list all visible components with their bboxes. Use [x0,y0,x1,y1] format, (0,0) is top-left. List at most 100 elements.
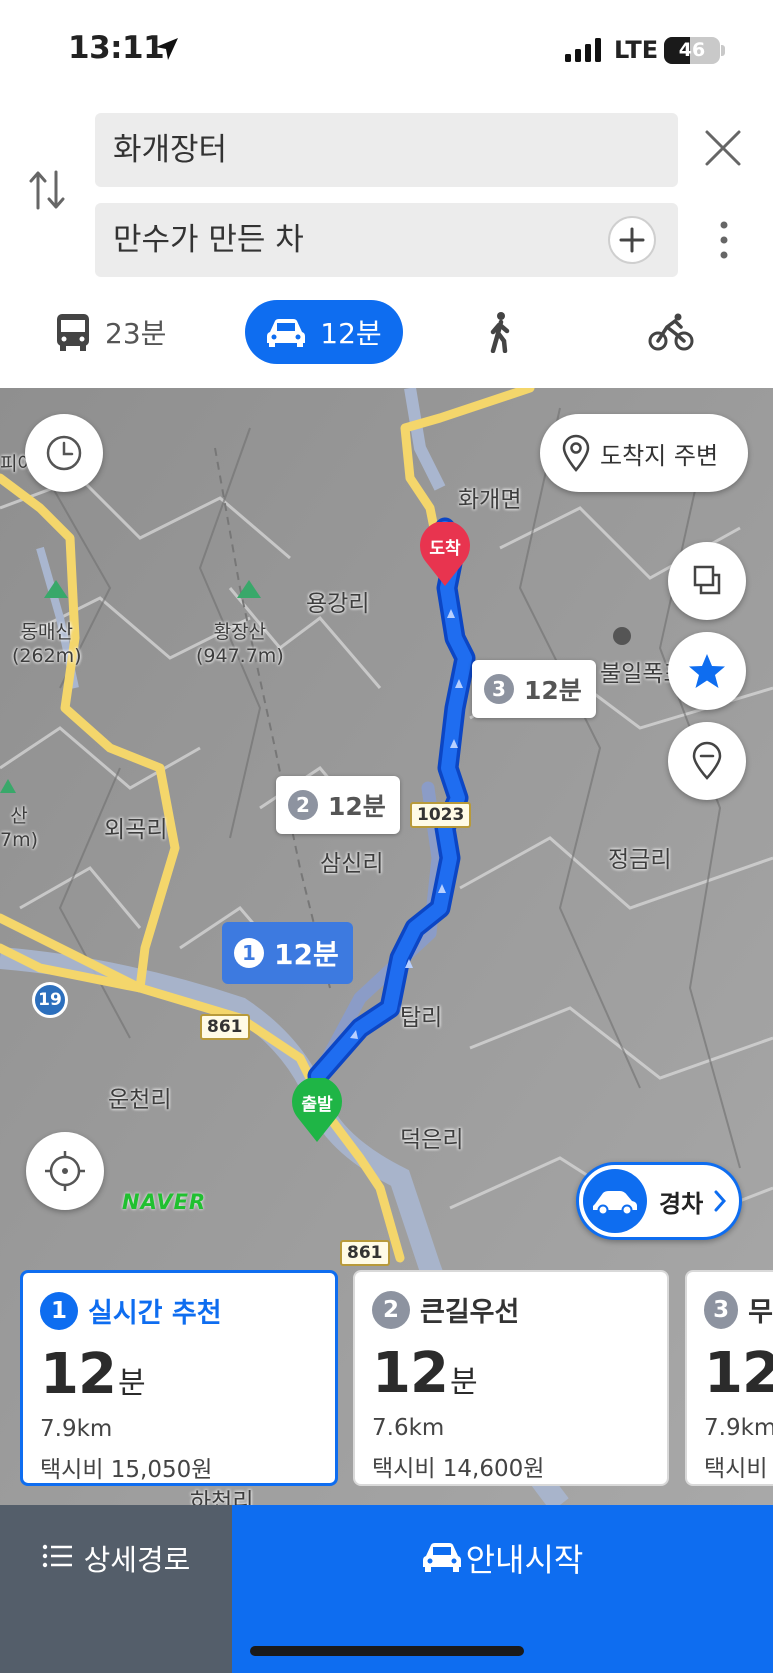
route-card-2-minutes: 12 [372,1341,449,1406]
favorite-button[interactable] [668,632,746,710]
mode-car-label: 12분 [320,317,382,350]
san-height: 7m) [0,829,39,851]
route-card-2-num: 2 [372,1290,410,1329]
map-label-samsin: 삼신리 [320,851,384,877]
route-card-1-unit: 분 [117,1366,146,1401]
naver-logo: NAVER [122,1190,207,1214]
destination-text: 만수가 만든 차 [113,222,304,258]
destination-field[interactable]: 만수가 만든 차 [95,203,678,277]
road-badge-1023: 1023 [410,802,472,828]
close-icon[interactable] [703,128,743,168]
layers-button[interactable] [668,542,746,620]
callout-1-label: 12분 [274,938,339,971]
origin-marker-label: 출발 [301,1095,333,1115]
route-callout-2[interactable]: 2 12분 [276,776,400,834]
route-card-3-title: 무 [748,1297,773,1328]
road-badge-19: 19 [32,982,68,1018]
route-card-2-title: 큰길우선 [420,1297,520,1328]
route-card-3-distance: 7.9km [704,1415,773,1441]
dongmae-height: (262m) [12,645,82,667]
hwangjang-height: (947.7m) [196,645,284,667]
battery-icon: 46 [664,37,720,64]
mode-bike[interactable] [648,300,694,364]
battery-tip [721,45,725,56]
dongmae-name: 동매산 [20,621,74,643]
route-details-button[interactable]: 상세경로 [0,1505,232,1673]
bike-icon [648,313,694,351]
compact-car-icon [593,1191,637,1216]
vehicle-icon-wrap [583,1169,647,1233]
status-bar: 13:11 LTE 46 [0,0,773,100]
walk-icon [490,312,510,353]
chevron-right-icon [714,1190,727,1212]
route-details-label: 상세경로 [83,1543,191,1577]
map-label-hwagae: 화개면 [458,487,522,513]
crosshair-icon [45,1151,85,1191]
clock: 13:11 [68,30,165,66]
add-waypoint-button[interactable] [608,216,656,264]
route-card-3[interactable]: 3 무 12 7.9km 택시비 [685,1270,773,1486]
nearby-destination-label: 도착지 주변 [600,441,719,470]
route-card-3-fare: 택시비 [704,1456,768,1482]
vehicle-type-label: 경차 [659,1189,704,1218]
start-navigation-label: 안내시작 [465,1541,584,1579]
mode-walk[interactable] [485,300,515,364]
route-card-1-distance: 7.9km [40,1416,113,1442]
map-label-hwangjang: 황장산 (947.7m) [196,620,284,668]
route-card-1-minutes: 12 [40,1342,117,1407]
route-card-1-num: 1 [40,1291,78,1330]
layers-icon [693,565,721,595]
route-card-2-time: 12 분 [372,1341,667,1406]
san-name: 산 [10,805,28,827]
route-card-2[interactable]: 2 큰길우선 12 분 7.6km 택시비 14,600원 [353,1270,669,1486]
route-callout-1[interactable]: 1 12분 [222,922,353,984]
route-card-2-head: 2 큰길우선 [372,1290,667,1329]
route-card-3-num: 3 [704,1290,739,1329]
star-icon [689,654,725,688]
map-pin-icon [692,741,722,780]
clock-icon [46,435,82,471]
history-button[interactable] [25,414,103,492]
nearby-destination-button[interactable]: 도착지 주변 [540,414,748,492]
signal-icon [565,38,601,62]
route-card-2-unit: 분 [449,1365,478,1400]
map-label-deokeun: 덕은리 [400,1127,464,1153]
bus-icon [57,314,89,351]
destination-marker[interactable]: 도착 [418,520,472,592]
callout-1-num: 1 [234,938,264,968]
vehicle-type-button[interactable]: 경차 [576,1162,742,1240]
current-location-button[interactable] [26,1132,104,1210]
route-card-1-title: 실시간 추천 [88,1298,222,1329]
origin-marker[interactable]: 출발 [290,1076,344,1148]
map-label-tap: 탑리 [400,1005,443,1031]
callout-3-num: 3 [484,674,514,704]
swap-icon[interactable] [28,168,68,212]
road-badge-861a: 861 [200,1014,250,1040]
origin-field[interactable]: 화개장터 [95,113,678,187]
car-icon [267,319,306,347]
route-card-1-time: 12 분 [40,1342,335,1407]
map-label-yonggang: 용강리 [306,591,370,617]
destination-marker-label: 도착 [429,539,461,559]
mode-car[interactable]: 12분 [245,300,403,364]
location-button[interactable] [668,722,746,800]
map-label-dongmae: 동매산 (262m) [12,620,82,668]
map-label-jeonggeum: 정금리 [608,847,672,873]
callout-3-label: 12분 [524,676,582,705]
route-card-1-fare: 택시비 15,050원 [40,1457,213,1483]
location-pin-icon [562,434,590,472]
hwangjang-name: 황장산 [213,621,267,643]
route-card-3-head: 3 무 [704,1290,773,1329]
mode-bus-label: 23분 [105,317,167,350]
route-card-3-time: 12 [704,1341,773,1406]
callout-2-num: 2 [288,790,318,820]
mode-bus[interactable]: 23분 [55,300,166,364]
route-callout-3[interactable]: 3 12분 [472,660,596,718]
map-label-oegok: 외곡리 [104,817,168,843]
route-card-3-minutes: 12 [704,1341,773,1406]
car-icon [422,1543,461,1572]
route-card-1[interactable]: 1 실시간 추천 12 분 7.9km 택시비 15,050원 [20,1270,338,1486]
more-options-icon[interactable] [718,220,730,260]
callout-2-label: 12분 [328,792,386,821]
battery-percent: 46 [678,39,706,61]
